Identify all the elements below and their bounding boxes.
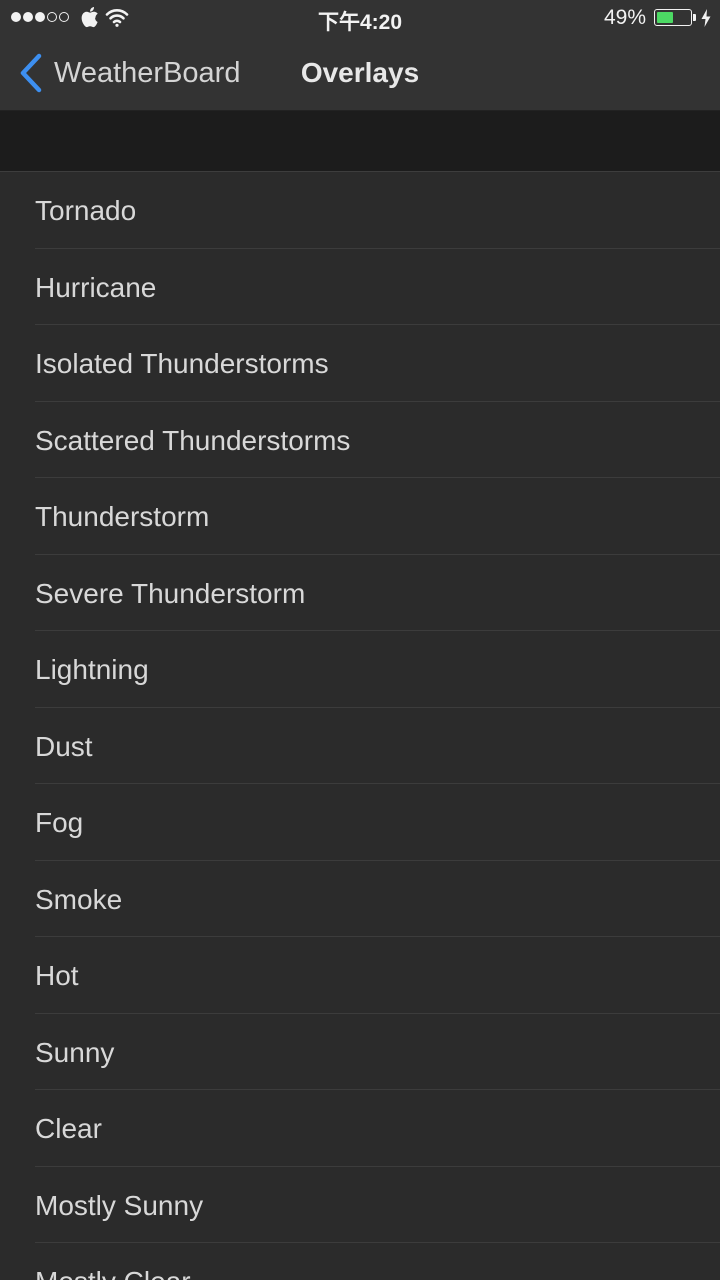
list-item-clear[interactable]: Clear	[0, 1090, 720, 1167]
list-item-label: Isolated Thunderstorms	[35, 348, 329, 379]
battery-icon	[654, 9, 692, 26]
list-item-fog[interactable]: Fog	[0, 784, 720, 861]
list-item-lightning[interactable]: Lightning	[0, 631, 720, 708]
list-item-tornado[interactable]: Tornado	[0, 172, 720, 249]
list-item-label: Dust	[35, 730, 93, 762]
list-item-mostly-clear[interactable]: Mostly Clear	[0, 1243, 720, 1280]
list-item-label: Hot	[35, 960, 79, 991]
overlay-list: Tornado Hurricane Isolated Thunderstorms…	[0, 172, 720, 1280]
list-item-hurricane[interactable]: Hurricane	[0, 249, 720, 325]
list-item-isolated-thunderstorms[interactable]: Isolated Thunderstorms	[0, 325, 720, 402]
list-item-label: Severe Thunderstorm	[35, 577, 306, 609]
list-item-mostly-sunny[interactable]: Mostly Sunny	[0, 1167, 720, 1243]
charging-bolt-icon	[701, 9, 711, 27]
status-bar: 下午4:20 49%	[0, 0, 720, 36]
list-item-label: Thunderstorm	[35, 501, 210, 532]
list-item-label: Tornado	[35, 195, 137, 226]
list-item-smoke[interactable]: Smoke	[0, 861, 720, 937]
list-item-label: Clear	[35, 1113, 102, 1144]
list-item-label: Hurricane	[35, 271, 157, 303]
list-item-label: Smoke	[35, 883, 123, 915]
list-item-scattered-thunderstorms[interactable]: Scattered Thunderstorms	[0, 402, 720, 478]
list-item-thunderstorm[interactable]: Thunderstorm	[0, 478, 720, 555]
battery-percent: 49%	[603, 6, 646, 29]
list-item-label: Lightning	[35, 654, 149, 685]
list-item-label: Mostly Clear	[35, 1243, 191, 1280]
battery-tip	[693, 14, 696, 21]
section-header	[0, 111, 720, 172]
page-title: Overlays	[300, 57, 420, 88]
list-item-label: Mostly Sunny	[35, 1189, 204, 1221]
navigation-bar: WeatherBoard Overlays	[0, 36, 720, 111]
list-item-dust[interactable]: Dust	[0, 708, 720, 784]
list-item-label: Sunny	[35, 1036, 115, 1068]
battery-level-fill	[657, 12, 673, 23]
list-item-label: Scattered Thunderstorms	[35, 424, 351, 456]
list-item-sunny[interactable]: Sunny	[0, 1014, 720, 1090]
list-item-hot[interactable]: Hot	[0, 937, 720, 1014]
list-item-label: Fog	[35, 807, 84, 838]
screen: 下午4:20 49% WeatherBoard Overlays Tornado…	[0, 0, 720, 1280]
list-item-severe-thunderstorm[interactable]: Severe Thunderstorm	[0, 555, 720, 631]
